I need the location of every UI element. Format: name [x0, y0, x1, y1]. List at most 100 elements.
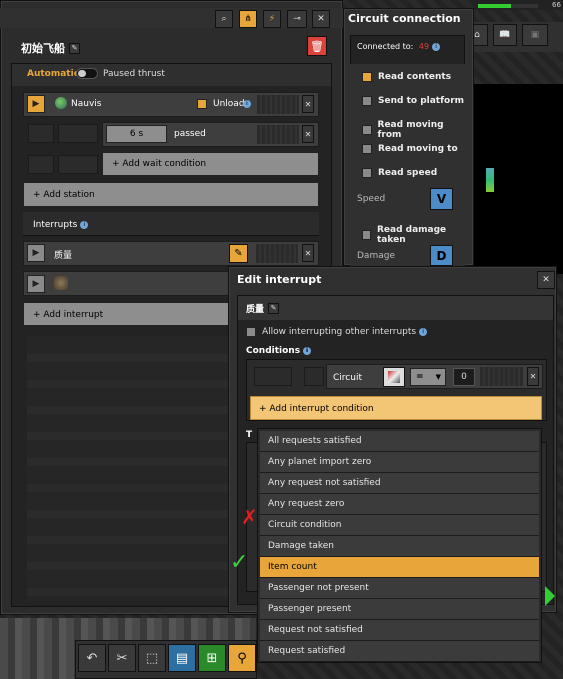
play-interrupt-2-button[interactable]: ▶: [27, 275, 45, 293]
read-contents-option[interactable]: Read contents: [362, 72, 451, 82]
lightning-icon[interactable]: ⚡: [263, 10, 281, 28]
remove-interrupt-button[interactable]: ✕: [302, 244, 314, 262]
mode-toggle[interactable]: [76, 68, 98, 79]
add-wait-condition-button[interactable]: + Add wait condition: [102, 152, 319, 176]
send-platform-label: Send to platform: [378, 96, 465, 106]
interrupt-name: 质量: [54, 251, 73, 261]
asteroid-icon: [54, 276, 68, 290]
damage-signal-button[interactable]: D: [430, 245, 453, 266]
empty-slot: [304, 367, 324, 386]
scissors-icon[interactable]: ✂: [108, 644, 136, 672]
platform-name: 初始飞船: [21, 42, 65, 55]
read-contents-checkbox[interactable]: [362, 72, 372, 82]
play-interrupt-button[interactable]: ▶: [27, 244, 45, 262]
edit-name-icon[interactable]: ✎: [268, 302, 280, 314]
interrupt-name-row: 质量 ✎: [238, 296, 553, 320]
circuit-condition-label: Circuit: [333, 373, 362, 383]
empty-slot: [28, 124, 54, 143]
play-station-button[interactable]: ▶: [27, 95, 45, 113]
dropdown-item[interactable]: Any request not satisfied: [260, 473, 539, 494]
speed-signal-button[interactable]: V: [430, 188, 453, 210]
remove-condition-button[interactable]: ✕: [527, 367, 539, 386]
read-damage-option[interactable]: Read damage taken: [362, 225, 465, 245]
dropdown-item[interactable]: Passenger not present: [260, 578, 539, 599]
edit-name-icon[interactable]: ✎: [69, 42, 80, 54]
dropdown-item[interactable]: Request not satisfied: [260, 620, 539, 641]
allow-interrupting-checkbox[interactable]: [246, 327, 256, 337]
delete-button[interactable]: 🗑: [307, 36, 327, 56]
toggle-knob: [78, 70, 86, 77]
damage-label: Damage: [357, 251, 395, 261]
add-station-button[interactable]: + Add station: [23, 182, 319, 207]
dropdown-item[interactable]: Damage taken: [260, 536, 539, 557]
signal-slot[interactable]: [383, 367, 405, 387]
dropdown-item[interactable]: Any request zero: [260, 494, 539, 515]
empty-slot: [28, 155, 54, 174]
send-platform-option[interactable]: Send to platform: [362, 96, 464, 106]
train-icon[interactable]: ▣: [522, 24, 548, 46]
blueprint-icon[interactable]: ▤: [168, 644, 196, 672]
interrupt-slider[interactable]: [256, 244, 298, 263]
wrong-mark-icon: ✗: [241, 505, 258, 529]
conditions-label: Conditions: [246, 346, 301, 356]
read-damage-checkbox[interactable]: [362, 230, 371, 240]
green-arrow-icon: [545, 586, 555, 606]
network-icon[interactable]: ⋔: [239, 10, 257, 28]
read-speed-label: Read speed: [378, 168, 438, 178]
info-icon: i: [303, 346, 312, 355]
chevron-down-icon: ▼: [435, 373, 441, 381]
pencil-icon: ✎: [234, 248, 243, 259]
station-slider[interactable]: [257, 95, 299, 114]
allow-interrupting-option[interactable]: Allow interrupting other interrupts i: [246, 327, 428, 337]
read-speed-checkbox[interactable]: [362, 168, 372, 178]
dropdown-item[interactable]: All requests satisfied: [260, 431, 539, 452]
add-interrupt-condition-button[interactable]: + Add interrupt condition: [250, 396, 542, 420]
book-icon[interactable]: 📖: [493, 24, 517, 46]
green-planner-icon[interactable]: ⊞: [198, 644, 226, 672]
send-platform-checkbox[interactable]: [362, 96, 372, 106]
unload-checkbox[interactable]: [197, 99, 207, 109]
interrupt-name-title: 质量: [246, 304, 265, 315]
close-icon[interactable]: ✕: [312, 10, 330, 28]
remove-wait-button[interactable]: ✕: [302, 125, 314, 143]
condition-value-field[interactable]: 0: [453, 368, 475, 386]
read-contents-label: Read contents: [378, 72, 452, 82]
connected-label: Connected to:: [357, 42, 414, 51]
dropdown-item[interactable]: Any planet import zero: [260, 452, 539, 473]
read-moving-to-option[interactable]: Read moving to: [362, 144, 458, 154]
read-speed-option[interactable]: Read speed: [362, 168, 437, 178]
undo-icon[interactable]: ↶: [78, 644, 106, 672]
paused-label: Paused thrust: [103, 69, 165, 79]
read-moving-to-checkbox[interactable]: [362, 144, 372, 154]
correct-mark-icon: ✓: [230, 550, 249, 575]
edit-interrupt-button[interactable]: ✎: [229, 244, 248, 263]
remove-station-button[interactable]: ✕: [302, 95, 314, 113]
allow-interrupting-label: Allow interrupting other interrupts: [262, 327, 417, 337]
dropdown-item[interactable]: Request satisfied: [260, 641, 539, 662]
add-interrupt-button[interactable]: + Add interrupt: [23, 302, 233, 326]
dropdown-item-selected[interactable]: Item count: [260, 557, 539, 578]
wait-time-field[interactable]: 6 s: [106, 125, 167, 143]
search-icon[interactable]: ⌕: [215, 10, 233, 28]
read-moving-from-label: Read moving from: [377, 120, 444, 140]
pin-icon[interactable]: ⊸: [287, 10, 307, 28]
close-icon[interactable]: ✕: [537, 271, 555, 289]
read-moving-from-option[interactable]: Read moving from: [362, 120, 465, 140]
upgrade-icon[interactable]: ⚲: [228, 644, 256, 672]
dropdown-item[interactable]: Circuit condition: [260, 515, 539, 536]
hud-number: 66: [552, 1, 561, 9]
read-moving-from-checkbox[interactable]: [362, 125, 372, 135]
speed-label: Speed: [357, 194, 386, 204]
dropdown-item[interactable]: Passenger present: [260, 599, 539, 620]
health-bar: [478, 4, 538, 8]
empty-slot: [254, 367, 292, 386]
interrupts-label: Interrupts i: [33, 220, 89, 230]
info-icon: i: [419, 328, 428, 336]
copy-icon[interactable]: ⬚: [138, 644, 166, 672]
condition-slider[interactable]: [480, 367, 523, 386]
read-moving-to-label: Read moving to: [378, 144, 458, 154]
comparator-dropdown[interactable]: = ▼: [410, 368, 446, 386]
panel-title: 初始飞船 ✎: [21, 40, 80, 56]
wait-slider[interactable]: [257, 125, 299, 144]
circuit-options: Read contents Send to platform Read movi…: [350, 64, 465, 266]
